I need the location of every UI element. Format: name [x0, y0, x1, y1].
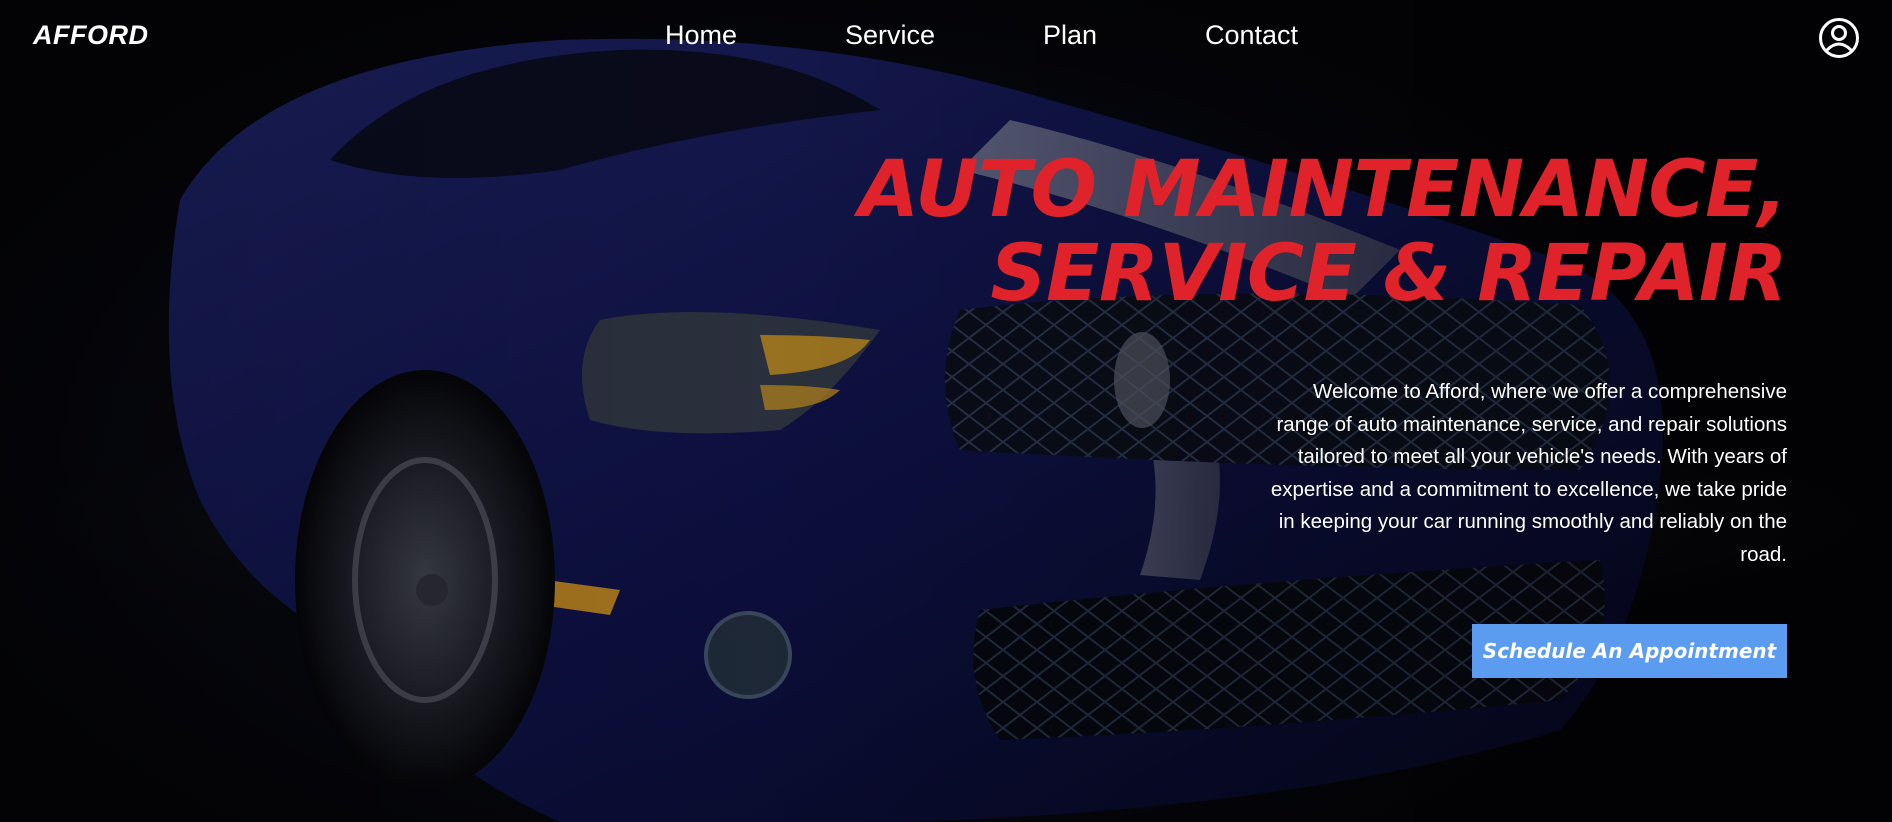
hero-intro-text: Welcome to Afford, where we offer a comp… — [1270, 380, 1787, 566]
nav-links: Home Service Plan Contact — [0, 20, 1892, 54]
schedule-appointment-button[interactable]: Schedule An Appointment — [1472, 624, 1787, 678]
hero-headline-line-2: SERVICE & REPAIR — [990, 229, 1787, 319]
hero-headline-line-1: AUTO MAINTENANCE, — [858, 145, 1788, 235]
top-navigation: AFFORD Home Service Plan Contact — [0, 0, 1892, 74]
nav-link-contact[interactable]: Contact — [1205, 20, 1298, 51]
hero-headline: AUTO MAINTENANCE, SERVICE & REPAIR — [858, 145, 1788, 319]
nav-link-plan[interactable]: Plan — [1043, 20, 1097, 51]
nav-link-home[interactable]: Home — [665, 20, 737, 51]
nav-link-service[interactable]: Service — [845, 20, 935, 51]
user-account-icon[interactable] — [1818, 17, 1860, 59]
hero-section: AFFORD Home Service Plan Contact AUTO MA… — [0, 0, 1892, 822]
